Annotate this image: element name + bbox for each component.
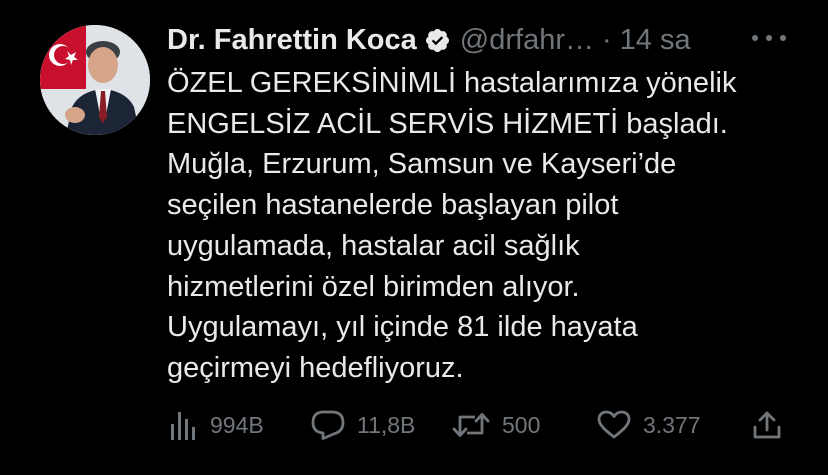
avatar-image — [40, 25, 150, 135]
heart-icon — [597, 410, 631, 439]
tweet-text-line: uygulamada, hastalar acil sağlık — [167, 229, 580, 262]
retweets-count: 500 — [502, 411, 541, 438]
more-icon[interactable] — [752, 30, 786, 46]
more-dot — [752, 35, 758, 41]
verified-badge-icon — [424, 27, 451, 54]
views-button[interactable]: 994B — [170, 403, 264, 447]
like-button[interactable]: 3.377 — [597, 403, 701, 447]
share-button[interactable] — [752, 403, 782, 447]
reply-button[interactable]: 11,8B — [311, 403, 415, 447]
more-dot — [780, 35, 786, 41]
tweet[interactable]: Dr. Fahrettin Koca @drfahr… · 14 sa ÖZEL… — [0, 0, 828, 475]
tweet-text-line: ÖZEL GEREKSİNİMLİ hastalarımıza yönelik — [167, 67, 737, 99]
separator-dot: · — [601, 23, 612, 56]
retweet-button[interactable]: 500 — [452, 403, 540, 447]
tweet-text-line: Muğla, Erzurum, Samsun ve Kayseri’de — [167, 148, 677, 181]
tweet-text-line: geçirmeyi hedefliyoruz. — [167, 351, 464, 384]
replies-count: 11,8B — [357, 411, 416, 438]
tweet-text: ÖZEL GEREKSİNİMLİ hastalarımıza yönelik … — [167, 63, 807, 389]
tweet-text-line: Uygulamayı, yıl içinde 81 ilde hayata — [167, 311, 638, 344]
tweet-text-line: seçilen hastanelerde başlayan pilot — [167, 189, 619, 222]
tweet-text-line: ENGELSİZ ACİL SERVİS HİZMETİ başladı. — [167, 107, 728, 140]
timestamp[interactable]: 14 sa — [620, 24, 691, 57]
views-count: 994B — [210, 411, 264, 438]
tweet-header: Dr. Fahrettin Koca @drfahr… · 14 sa — [167, 20, 691, 60]
likes-count: 3.377 — [643, 411, 701, 438]
author-display-name[interactable]: Dr. Fahrettin Koca — [167, 24, 417, 57]
retweet-icon — [452, 413, 490, 437]
share-icon — [753, 411, 781, 439]
tweet-text-line: hizmetlerini özel birimden alıyor. — [167, 270, 580, 303]
reply-icon — [311, 410, 345, 440]
more-dot — [766, 35, 772, 41]
author-handle[interactable]: @drfahr… — [460, 24, 594, 57]
bar-chart-icon — [171, 412, 195, 440]
avatar[interactable] — [40, 25, 150, 135]
